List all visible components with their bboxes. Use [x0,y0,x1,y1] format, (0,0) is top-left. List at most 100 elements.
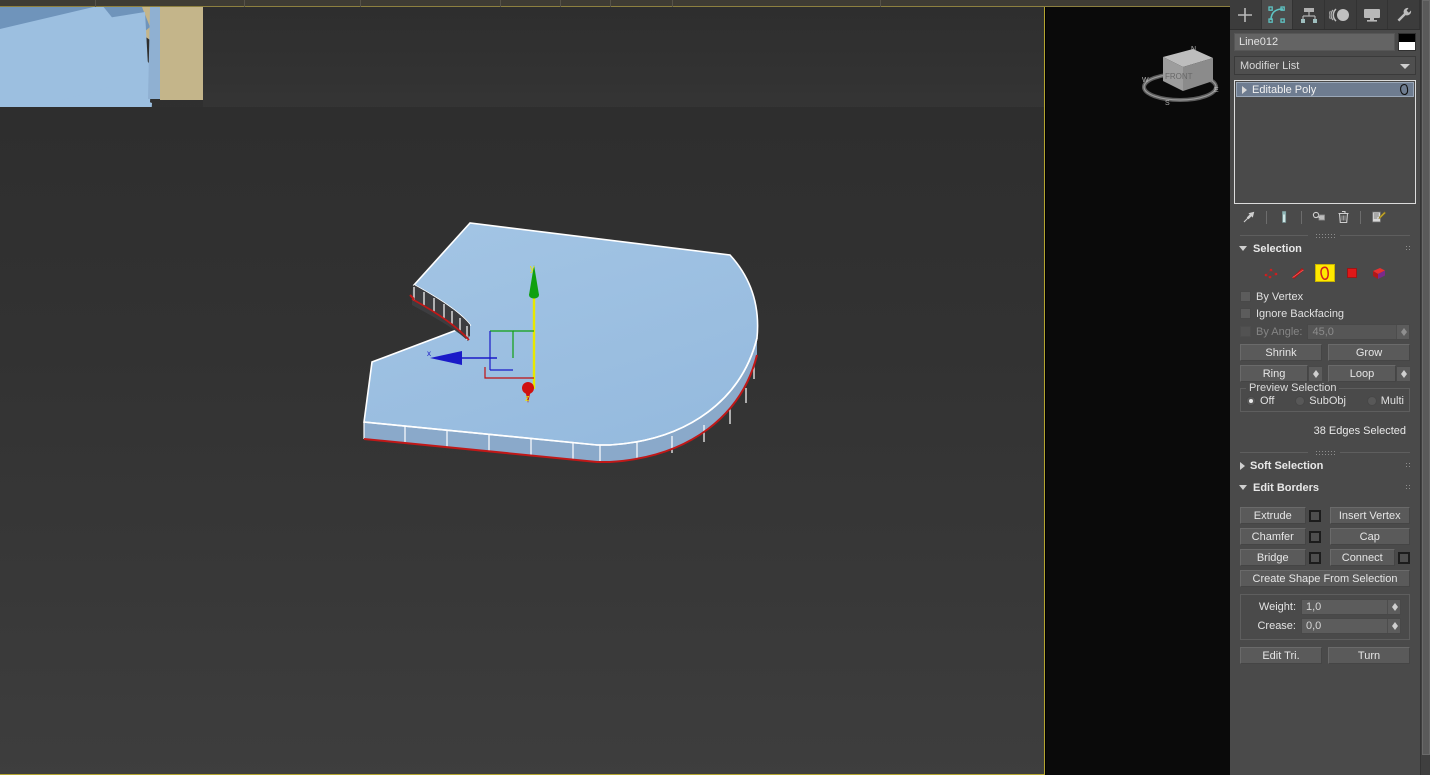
checkbox-box [1240,326,1251,337]
subobject-border[interactable] [1315,264,1335,282]
vertex-icon [1264,268,1278,279]
spinner-arrows[interactable] [1309,366,1322,381]
loop-spinner[interactable] [1396,365,1410,382]
spinner-arrows[interactable] [1387,600,1400,614]
make-unique-icon[interactable] [1309,207,1329,227]
scrollbar-thumb[interactable] [1422,0,1430,755]
weight-value: 1,0 [1306,601,1322,613]
grip-dots-icon [1405,484,1412,491]
radio-preview-multi[interactable]: Multi [1366,395,1404,407]
radio-label: Off [1260,395,1275,407]
viewcube[interactable]: W E S N FRONT [1135,35,1225,113]
rollout-header-edit-borders[interactable]: Edit Borders [1234,479,1416,496]
bridge-button[interactable]: Bridge [1240,549,1306,566]
rollout-header-soft-selection[interactable]: Soft Selection [1234,457,1416,474]
preview-selection-caption: Preview Selection [1246,382,1340,394]
subobject-polygon[interactable] [1342,264,1362,282]
stack-item-editable-poly[interactable]: Editable Poly [1236,82,1414,97]
chevron-down-icon [1239,485,1247,490]
rollout-title: Soft Selection [1250,459,1324,472]
trash-icon[interactable] [1333,207,1353,227]
turn-button[interactable]: Turn [1328,647,1410,664]
radio-dot [1366,396,1377,406]
pin-stack-icon[interactable] [1239,207,1259,227]
radio-dot [1246,396,1256,406]
radio-preview-subobj[interactable]: SubObj [1295,395,1346,407]
rollout-header-selection[interactable]: Selection [1234,240,1416,257]
bridge-settings-button[interactable] [1308,551,1321,564]
extrude-settings-button[interactable] [1308,509,1321,522]
subobject-vertex[interactable] [1261,264,1281,282]
tab-modify[interactable] [1261,0,1294,29]
border-icon [1320,265,1329,280]
checkbox-by-vertex[interactable]: By Vertex [1240,288,1410,305]
connect-button[interactable]: Connect [1329,549,1395,566]
tab-motion[interactable] [1325,0,1357,29]
modifier-stack-toolbar [1230,204,1420,230]
rollout-selection: Selection By Vertex Ignore Backfacing By… [1234,240,1416,443]
panel-grip[interactable] [1230,230,1420,240]
radio-preview-off[interactable]: Off [1246,395,1274,407]
preview-selection-group: Preview Selection Off SubObj Multi [1240,382,1410,412]
crease-label: Crease: [1257,620,1296,632]
object-color-swatch[interactable] [1398,33,1416,51]
weight-crease-group: Weight: 1,0 Crease: 0,0 [1240,594,1410,640]
chevron-down-icon [1239,246,1247,251]
svg-text:y: y [530,263,535,273]
subobject-edge[interactable] [1288,264,1308,282]
tab-hierarchy[interactable] [1293,0,1326,29]
weight-label: Weight: [1258,601,1296,613]
spinner-arrows[interactable] [1396,324,1409,339]
by-angle-value: 45,0 [1312,325,1334,338]
grow-button[interactable]: Grow [1328,344,1410,361]
subobject-element[interactable] [1369,264,1389,282]
checkbox-label: By Vertex [1256,290,1304,303]
ring-button[interactable]: Ring [1240,365,1308,382]
chamfer-button[interactable]: Chamfer [1240,528,1306,545]
chevron-down-icon [1400,64,1410,69]
modifier-list-dropdown[interactable]: Modifier List [1234,56,1416,75]
checkbox-label: Ignore Backfacing [1256,307,1345,320]
rollout-edit-borders: Edit Borders Extrude Insert Vertex Chamf… [1234,479,1416,670]
create-shape-from-selection-button[interactable]: Create Shape From Selection [1240,570,1410,587]
show-end-result-icon[interactable] [1274,207,1294,227]
tab-utilities[interactable] [1388,0,1421,29]
checkbox-by-angle[interactable]: By Angle: [1240,323,1302,340]
insert-vertex-button[interactable]: Insert Vertex [1329,507,1410,524]
tab-create[interactable] [1230,0,1262,29]
edit-tri-button[interactable]: Edit Tri. [1240,647,1322,664]
viewport-perspective[interactable]: y z x [0,7,1045,775]
grip-dots-icon [1405,462,1412,469]
spinner-arrows[interactable] [1387,619,1400,633]
modifier-stack[interactable]: Editable Poly [1234,80,1416,204]
cap-button[interactable]: Cap [1329,528,1410,545]
checkbox-label: By Angle: [1256,325,1303,338]
radio-label: Multi [1380,395,1404,407]
crease-spinner[interactable]: 0,0 [1301,618,1401,634]
connect-settings-button[interactable] [1398,551,1410,564]
selection-status-text: 38 Edges Selected [1313,425,1406,437]
divider [1301,210,1302,224]
model-geometry[interactable]: y z x [0,7,1045,775]
weight-spinner[interactable]: 1,0 [1301,599,1401,615]
viewcube-compass-e: E [1214,87,1219,94]
command-panel-scrollbar[interactable] [1420,0,1430,775]
panel-grip[interactable] [1230,447,1420,457]
loop-button[interactable]: Loop [1328,365,1396,382]
crease-value: 0,0 [1306,620,1322,632]
hierarchy-icon [1300,7,1317,23]
extrude-button[interactable]: Extrude [1240,507,1306,524]
command-panel-tabs [1230,0,1421,30]
tab-display[interactable] [1357,0,1389,29]
chamfer-settings-button[interactable] [1308,530,1321,543]
viewcube-compass-w: W [1142,77,1149,84]
shrink-button[interactable]: Shrink [1240,344,1322,361]
object-name-input[interactable] [1234,33,1395,51]
configure-sets-icon[interactable] [1368,207,1388,227]
expand-triangle-icon[interactable] [1242,85,1247,94]
modifier-list-label: Modifier List [1240,60,1300,72]
ring-spinner[interactable] [1308,365,1322,382]
checkbox-ignore-backfacing[interactable]: Ignore Backfacing [1240,305,1410,322]
spinner-arrows[interactable] [1397,366,1410,381]
by-angle-spinner[interactable]: 45,0 [1307,323,1410,340]
